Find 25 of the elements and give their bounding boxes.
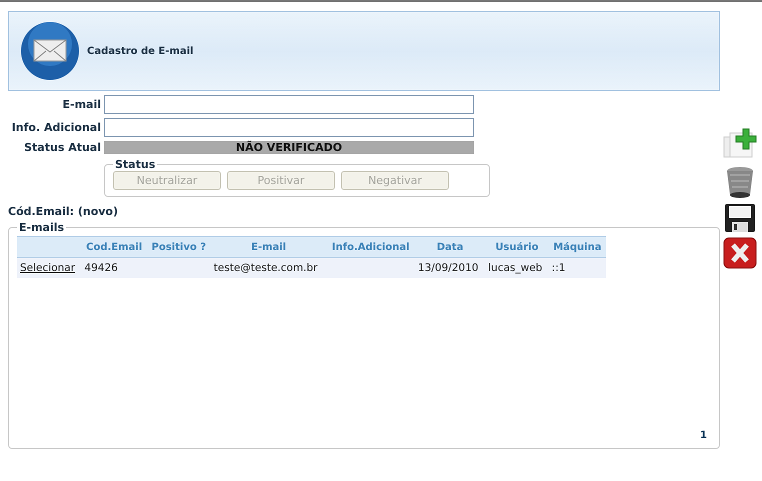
column-header: Data <box>414 236 486 258</box>
envelope-icon <box>19 20 81 82</box>
field-label: E-mail <box>61 98 102 111</box>
group-legend: E-mails <box>17 221 66 234</box>
table-cell: teste@teste.com.br <box>210 258 327 278</box>
code-label: Cód.Email: (novo) <box>8 205 120 218</box>
table-cell: lucas_web <box>485 258 549 278</box>
page-number[interactable]: 1 <box>700 430 707 441</box>
table-cell: 13/09/2010 <box>414 258 486 278</box>
table-cell: ::1 <box>548 258 606 278</box>
text-field[interactable] <box>104 95 474 114</box>
status-value: NÃO VERIFICADO <box>104 141 474 154</box>
column-header: Máquina <box>548 236 606 258</box>
field-label: Status Atual <box>23 141 102 154</box>
column-header: E-mail <box>210 236 327 258</box>
column-header: Info.Adicional <box>326 236 415 258</box>
column-header: Cod.Email <box>81 236 147 258</box>
field-label: Info. Adicional <box>10 121 102 134</box>
column-header: Usuário <box>485 236 549 258</box>
group-legend: Status <box>113 158 158 171</box>
table-cell: 49426 <box>81 258 147 278</box>
column-header: Positivo ? <box>146 236 211 258</box>
page-title: Cadastro de E-mail <box>87 46 194 56</box>
text-field[interactable] <box>104 118 474 137</box>
close-icon[interactable] <box>722 237 758 269</box>
